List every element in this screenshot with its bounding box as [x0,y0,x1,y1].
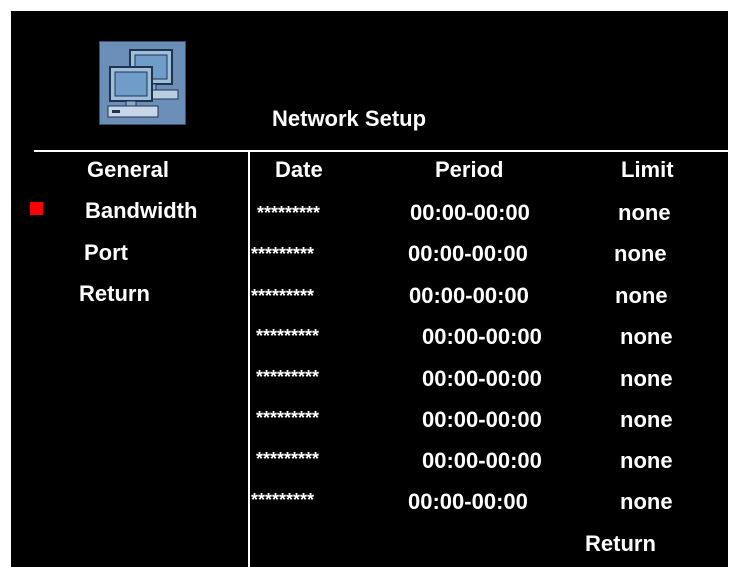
row-date[interactable]: ********* [251,283,314,309]
menu-item-return[interactable]: Return [79,281,150,307]
row-limit[interactable]: none [614,241,667,267]
column-header-date: Date [275,157,323,182]
network-setup-screen: Network Setup General Bandwidth Port Ret… [11,11,728,567]
row-date[interactable]: ********* [256,323,319,349]
row-limit[interactable]: none [620,407,673,433]
row-limit[interactable]: none [620,366,673,392]
network-computers-icon [99,41,186,125]
row-date[interactable]: ********* [256,446,319,472]
selection-marker [30,202,43,215]
row-limit[interactable]: none [615,283,668,309]
row-date[interactable]: ********* [251,487,314,513]
row-period[interactable]: 00:00-00:00 [422,407,542,433]
menu-item-bandwidth[interactable]: Bandwidth [85,198,197,224]
column-divider [248,150,250,567]
row-limit[interactable]: none [620,489,673,515]
row-date[interactable]: ********* [257,200,320,226]
row-period[interactable]: 00:00-00:00 [422,366,542,392]
row-period[interactable]: 00:00-00:00 [422,324,542,350]
row-period[interactable]: 00:00-00:00 [408,241,528,267]
row-period[interactable]: 00:00-00:00 [409,283,529,309]
row-date[interactable]: ********* [251,241,314,267]
row-limit[interactable]: none [620,324,673,350]
header-divider [34,150,728,152]
row-date[interactable]: ********* [256,405,319,431]
row-period[interactable]: 00:00-00:00 [408,489,528,515]
row-limit[interactable]: none [620,448,673,474]
column-header-period: Period [435,157,504,182]
row-period[interactable]: 00:00-00:00 [410,200,530,226]
row-period[interactable]: 00:00-00:00 [422,448,542,474]
menu-item-port[interactable]: Port [84,240,128,266]
page-title: Network Setup [272,106,427,131]
menu-item-general[interactable]: General [87,157,169,183]
column-header-limit: Limit [621,157,674,182]
row-limit[interactable]: none [618,200,671,226]
table-return-button[interactable]: Return [585,531,656,557]
row-date[interactable]: ********* [256,364,319,390]
